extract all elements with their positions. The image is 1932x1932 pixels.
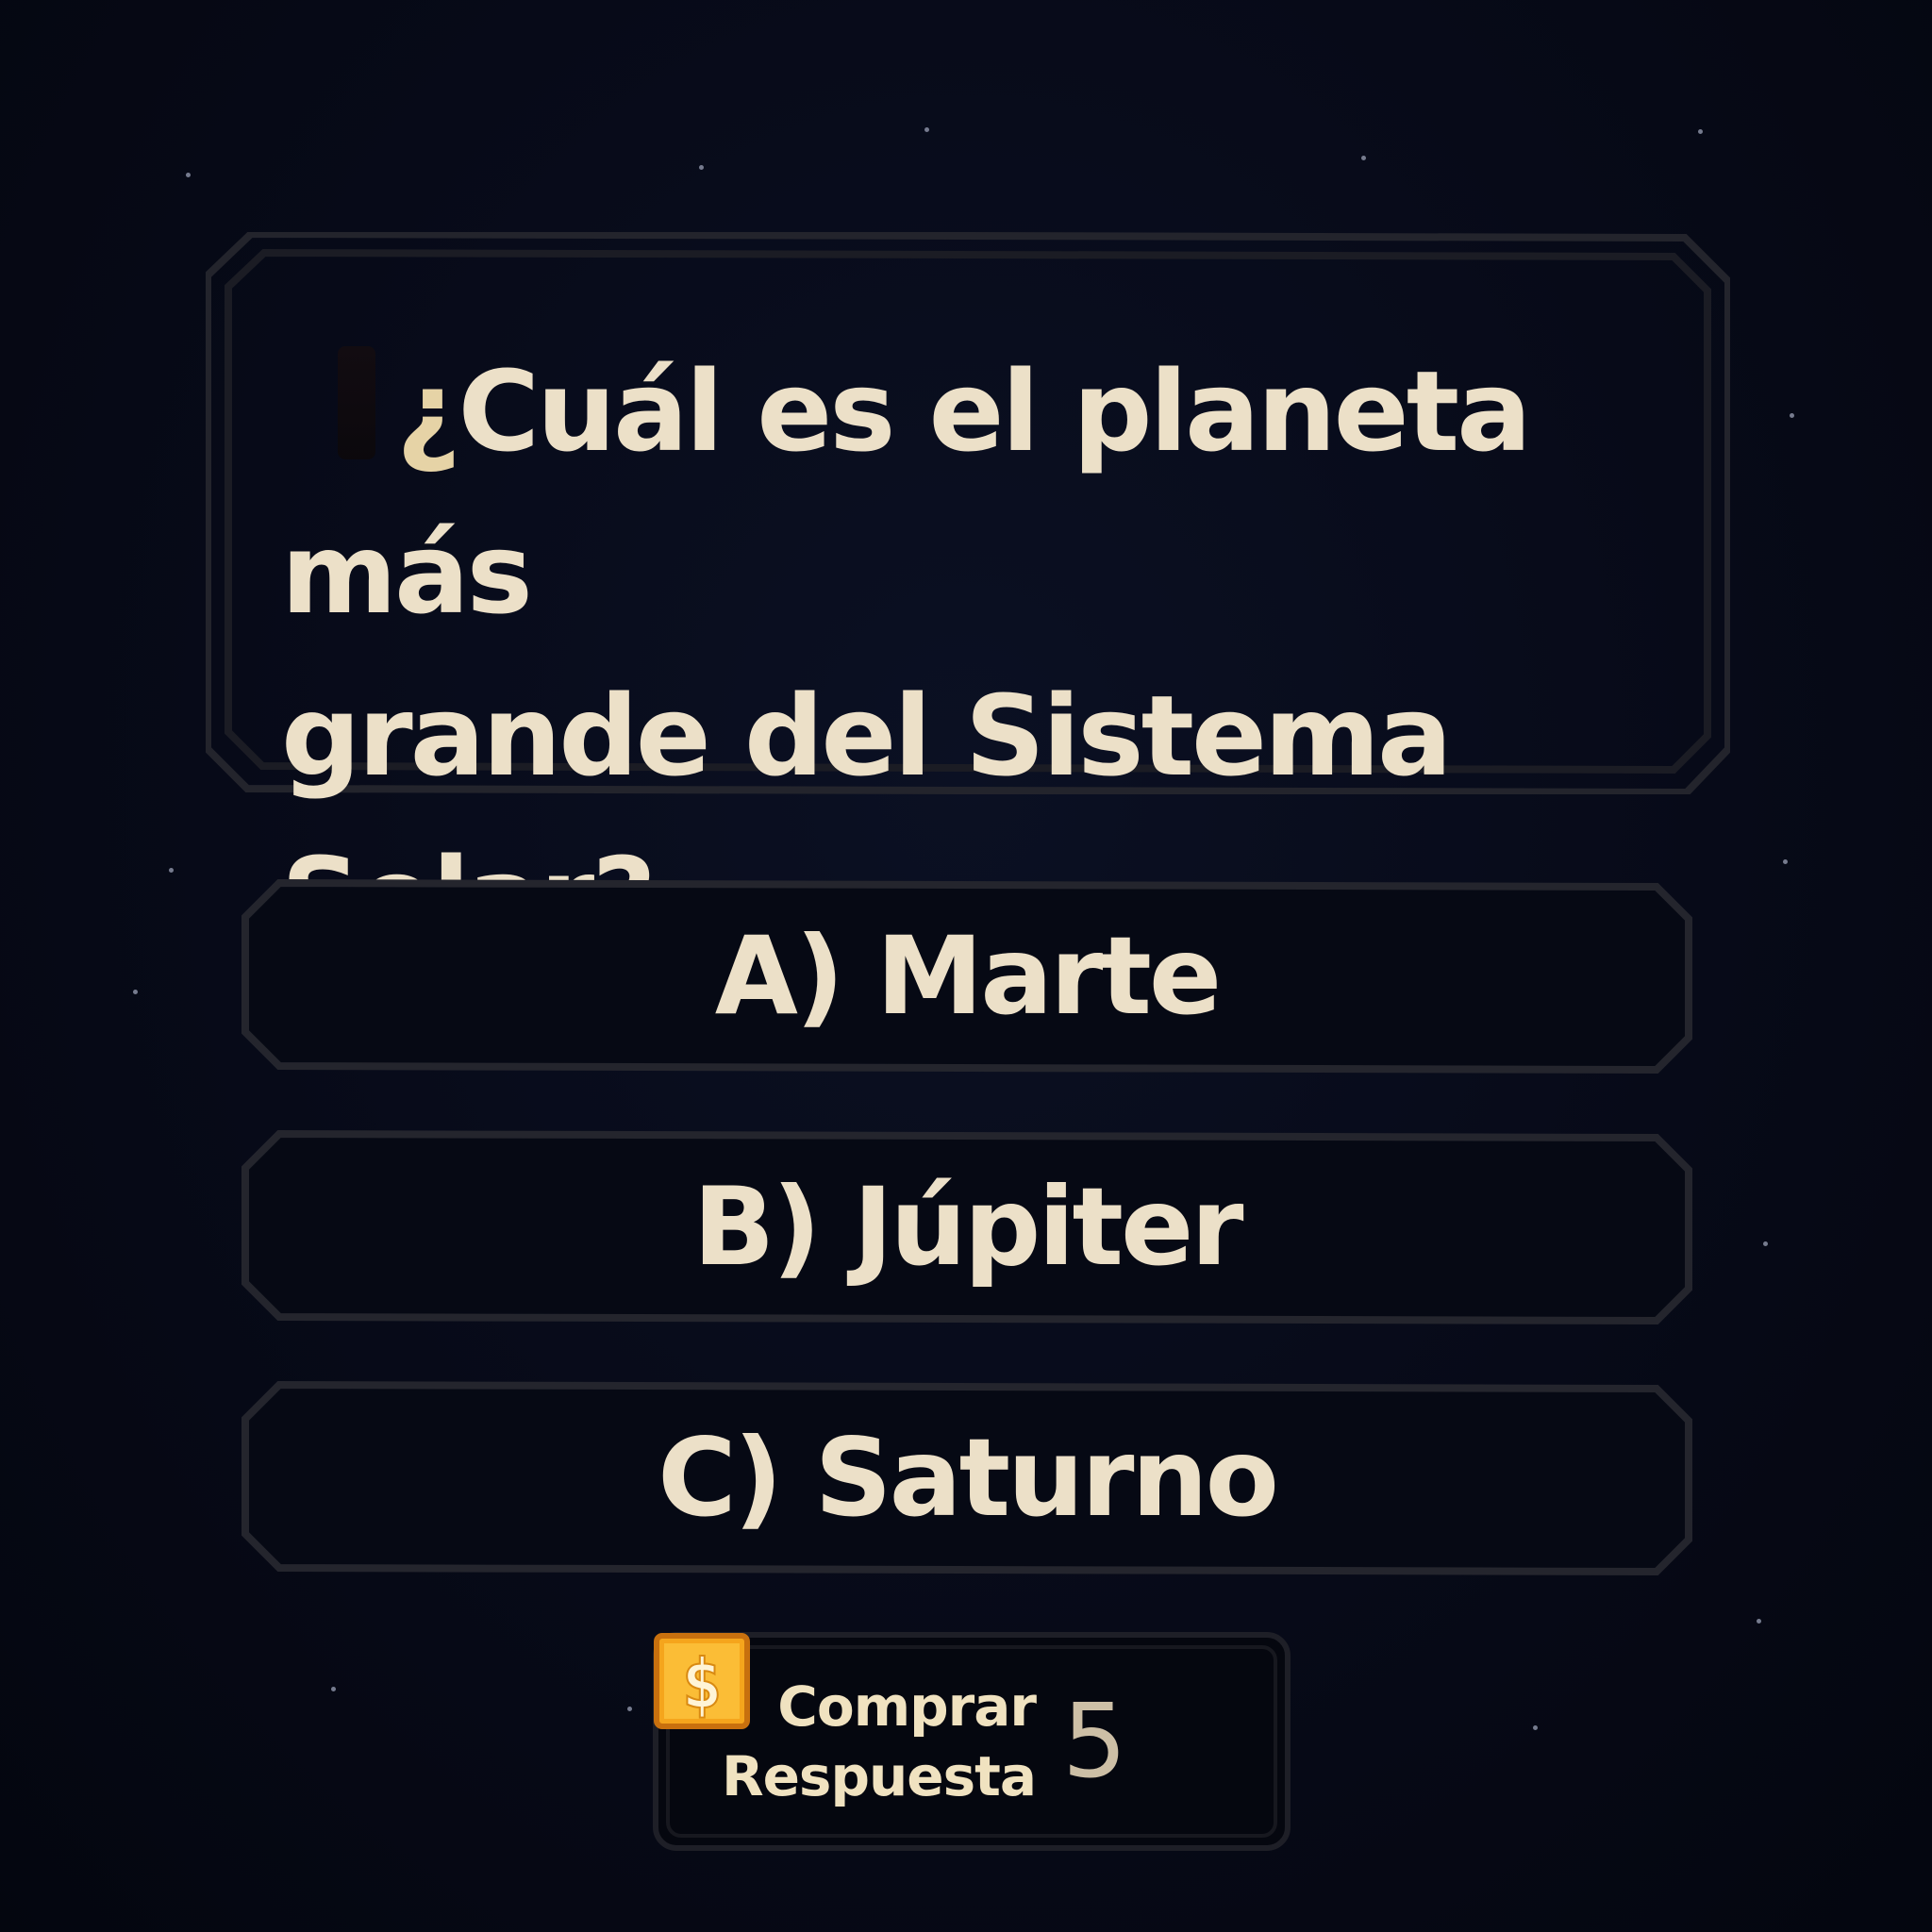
buy-answer-button[interactable]: Comprar Respuesta 5 $ [653,1632,1291,1851]
star-decoration [1790,413,1794,418]
answer-option-label: C) Saturno [658,1415,1279,1541]
star-decoration [924,127,929,132]
answer-option-a[interactable]: A) Marte [242,879,1692,1074]
coin-dollar-icon: $ [654,1633,750,1729]
buy-answer-label: Comprar Respuesta [721,1672,1037,1811]
star-decoration [627,1707,632,1711]
buy-answer-label-line-1: Comprar [777,1674,1037,1739]
star-decoration [1757,1619,1761,1624]
star-decoration [133,990,138,994]
svg-text:$: $ [681,1644,722,1724]
question-mark: ¿ [396,346,460,476]
answer-option-b[interactable]: B) Júpiter [242,1130,1692,1324]
question-line-1: Cuál es el planeta más [281,346,1532,639]
star-decoration [331,1687,336,1691]
star-decoration [1783,859,1788,864]
answer-option-label: A) Marte [714,913,1222,1039]
question-icon [338,346,375,459]
question-panel: ¿Cuál es el planeta más grande del Siste… [206,232,1730,963]
star-decoration [169,868,174,873]
buy-answer-price: 5 [1062,1683,1127,1801]
star-decoration [1763,1241,1768,1246]
answer-option-label: B) Júpiter [692,1164,1244,1290]
star-decoration [1533,1725,1538,1730]
buy-answer-label-line-2: Respuesta [721,1744,1037,1808]
star-decoration [1361,156,1366,160]
star-decoration [1698,129,1703,134]
answer-option-c[interactable]: C) Saturno [242,1381,1692,1575]
star-decoration [186,173,191,177]
star-decoration [699,165,704,170]
